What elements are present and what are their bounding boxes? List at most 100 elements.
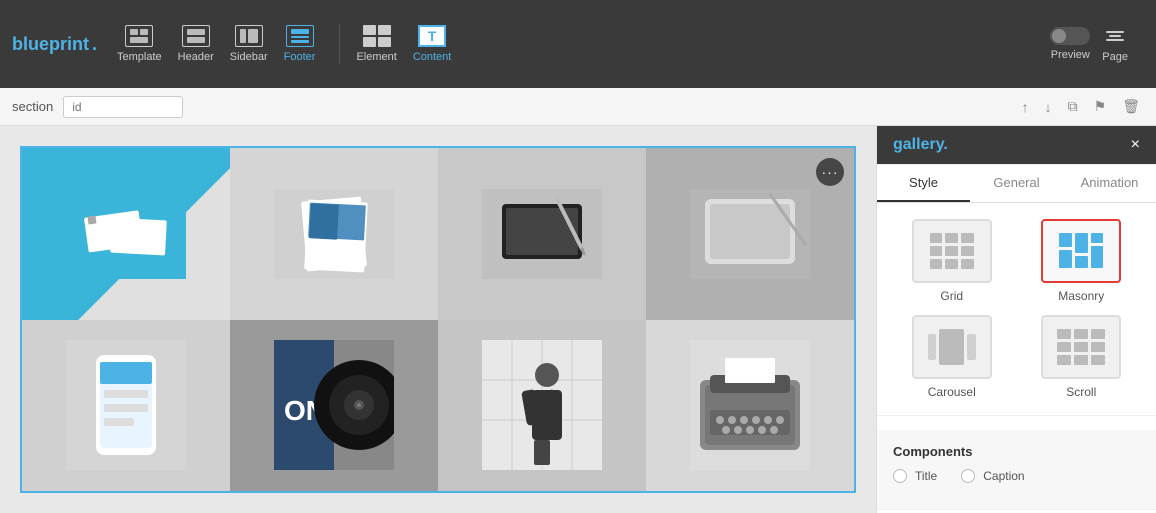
scroll-label: Scroll [1066,385,1096,399]
right-panel: gallery. × Style General Animation [876,126,1156,513]
toolbar-header-label: Header [178,51,214,63]
move-up-button[interactable]: ↑ [1018,97,1033,117]
grid-label: Grid [940,289,963,303]
masonry-icon [1059,233,1103,269]
gallery-menu-button[interactable]: ··· [816,158,844,186]
gallery-type-icon-carousel [912,315,992,379]
panel-close-button[interactable]: × [1131,136,1140,154]
typewriter-image [690,340,810,470]
panel-title-dot: . [943,136,947,153]
gallery-item-3 [438,148,646,320]
toolbar-element-label: Element [356,51,396,63]
preview-toggle[interactable] [1050,27,1090,45]
panel-header: gallery. × [877,126,1156,165]
panel-separator-1 [877,415,1156,416]
vinyl-image: ONE [274,340,394,470]
sidebar-svg [240,29,258,43]
panel-title: gallery. [893,136,948,154]
component-caption-label: Caption [983,469,1024,483]
toolbar-content-label: Content [413,51,452,63]
panel-separator-2 [877,509,1156,510]
gallery-type-icon-grid [912,219,992,283]
logo-text: blueprint [12,34,89,55]
toolbar-template[interactable]: Template [117,25,162,63]
component-title-label: Title [915,469,937,483]
section-bar: section ↑ ↓ ⧉ ⚑ 🗑 [0,88,1156,126]
toolbar-content[interactable]: T Content [405,21,460,67]
three-dots-icon: ··· [822,165,839,179]
tablet-pen-image [482,189,602,279]
delete-button[interactable]: 🗑 [1118,96,1144,117]
toolbar-header[interactable]: Header [178,25,214,63]
gallery-item-6: ONE [230,320,438,492]
caption-radio[interactable] [961,469,975,483]
section-label: section [12,99,53,114]
carousel-icon [928,329,976,365]
anchor-button[interactable]: ⚑ [1090,96,1111,117]
footer-icon [286,25,314,47]
gallery-item-7 [438,320,646,492]
toolbar-preview[interactable]: Preview [1050,27,1090,61]
toolbar-template-label: Template [117,51,162,63]
gallery-type-option-grid[interactable]: Grid [893,219,1011,303]
footer-svg [291,29,309,43]
logo-dot: . [92,34,97,55]
gallery-item-8 [646,320,854,492]
toolbar-sidebar-label: Sidebar [230,51,268,63]
move-down-button[interactable]: ↓ [1041,97,1056,117]
gallery-type-grid: Grid [893,219,1140,399]
gallery-type-option-scroll[interactable]: Scroll [1023,315,1141,399]
section-actions: ↑ ↓ ⧉ ⚑ 🗑 [1018,96,1144,117]
section-id-input[interactable] [63,96,183,118]
gallery-type-option-carousel[interactable]: Carousel [893,315,1011,399]
gallery-type-option-masonry[interactable]: Masonry [1023,219,1141,303]
toolbar-page-label: Page [1102,51,1128,63]
template-icon [125,25,153,47]
masonry-label: Masonry [1058,289,1104,303]
logo: blueprint. [12,34,97,55]
toolbar-page[interactable]: Page [1102,25,1128,63]
grid-icon [930,233,974,269]
toolbar-footer[interactable]: Footer [284,25,316,63]
phone-image [66,340,186,470]
title-radio[interactable] [893,469,907,483]
toolbar-divider-1 [339,24,340,64]
duplicate-button[interactable]: ⧉ [1064,96,1082,117]
content-icon: T [418,25,446,47]
components-title: Components [893,444,1140,459]
components-section: Components Title Caption [877,430,1156,509]
gallery-item-5 [22,320,230,492]
book-image [274,189,394,279]
main: ··· [0,126,1156,513]
tab-style[interactable]: Style [877,165,970,202]
components-row: Title Caption [893,469,1140,483]
person-image [482,340,602,470]
panel-content: Grid [877,203,1156,513]
business-cards-image [66,189,186,279]
toolbar-element[interactable]: Element [348,21,404,67]
tab-animation[interactable]: Animation [1063,165,1156,202]
page-icon [1104,25,1126,47]
gallery-item-1 [22,148,230,320]
panel-tabs: Style General Animation [877,165,1156,203]
header-svg [187,29,205,43]
sidebar-icon [235,25,263,47]
toolbar: blueprint. Template Header Sidebar Foote… [0,0,1156,88]
toolbar-footer-label: Footer [284,51,316,63]
canvas: ··· [0,126,876,513]
gallery-type-icon-masonry [1041,219,1121,283]
gallery-item-2 [230,148,438,320]
header-icon [182,25,210,47]
tab-general[interactable]: General [970,165,1063,202]
preview-label: Preview [1051,49,1090,61]
element-icon [363,25,391,47]
gallery-type-icon-scroll [1041,315,1121,379]
component-title[interactable]: Title [893,469,937,483]
carousel-label: Carousel [928,385,976,399]
component-caption[interactable]: Caption [961,469,1024,483]
gallery-section: ··· [20,146,856,493]
tablet2-image [690,189,810,279]
panel-title-text: gallery [893,136,943,153]
template-svg [130,29,148,43]
toolbar-sidebar[interactable]: Sidebar [230,25,268,63]
